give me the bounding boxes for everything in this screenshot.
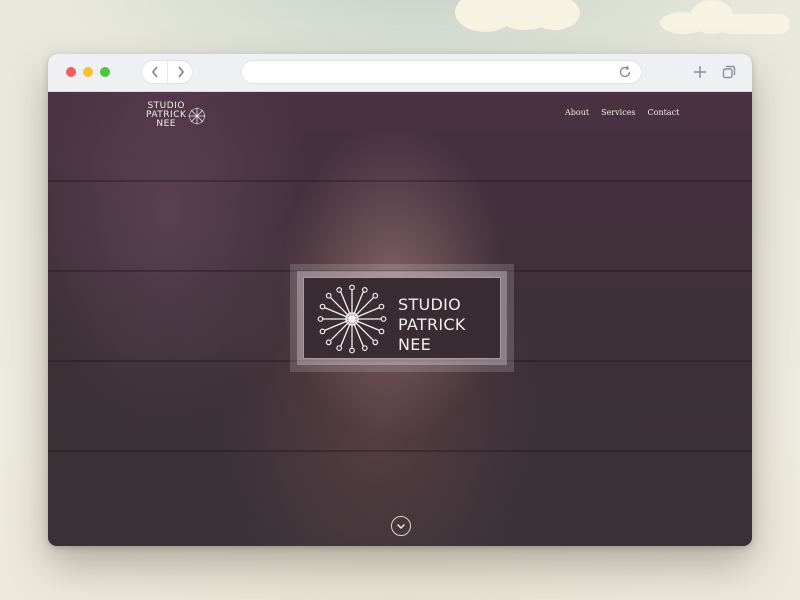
nav-services[interactable]: Services bbox=[601, 108, 635, 117]
nav-about[interactable]: About bbox=[565, 108, 589, 117]
chevron-right-icon bbox=[177, 66, 184, 78]
badge-line: PATRICK bbox=[398, 315, 466, 334]
forward-button[interactable] bbox=[167, 61, 193, 83]
badge-panel: STUDIO PATRICK NEE bbox=[303, 277, 501, 359]
minimize-window-button[interactable] bbox=[83, 67, 93, 77]
badge-line: NEE bbox=[398, 335, 432, 354]
nav-contact[interactable]: Contact bbox=[648, 108, 680, 117]
history-nav bbox=[142, 61, 192, 83]
browser-window: STUDIO PATRICK NEE About Services Contac… bbox=[48, 54, 752, 546]
address-bar[interactable] bbox=[242, 61, 641, 83]
tabs-icon[interactable] bbox=[722, 65, 736, 79]
maximize-window-button[interactable] bbox=[100, 67, 110, 77]
site-logo-wordmark: STUDIO PATRICK NEE bbox=[146, 102, 186, 129]
site-logo[interactable]: STUDIO PATRICK NEE bbox=[146, 102, 207, 129]
page-viewport: STUDIO PATRICK NEE About Services Contac… bbox=[48, 92, 752, 546]
back-button[interactable] bbox=[142, 61, 167, 83]
scissors-burst-icon bbox=[317, 284, 387, 354]
hero-logo-badge: STUDIO PATRICK NEE bbox=[290, 264, 514, 372]
badge-wordmark: STUDIO PATRICK NEE bbox=[398, 295, 466, 355]
scroll-down-button[interactable] bbox=[391, 516, 411, 536]
badge-frame: STUDIO PATRICK NEE bbox=[297, 271, 507, 365]
plus-icon[interactable] bbox=[693, 65, 707, 79]
browser-toolbar bbox=[48, 54, 752, 92]
cloud-shape bbox=[720, 14, 790, 34]
reload-icon[interactable] bbox=[618, 65, 632, 79]
chevron-left-icon bbox=[151, 66, 158, 78]
cloud-shape bbox=[530, 0, 580, 30]
close-window-button[interactable] bbox=[66, 67, 76, 77]
main-nav: About Services Contact bbox=[565, 108, 679, 117]
badge-line: STUDIO bbox=[398, 295, 462, 314]
chevron-down-icon bbox=[397, 523, 405, 529]
scissors-burst-icon bbox=[188, 107, 206, 124]
logo-line: NEE bbox=[156, 119, 176, 129]
